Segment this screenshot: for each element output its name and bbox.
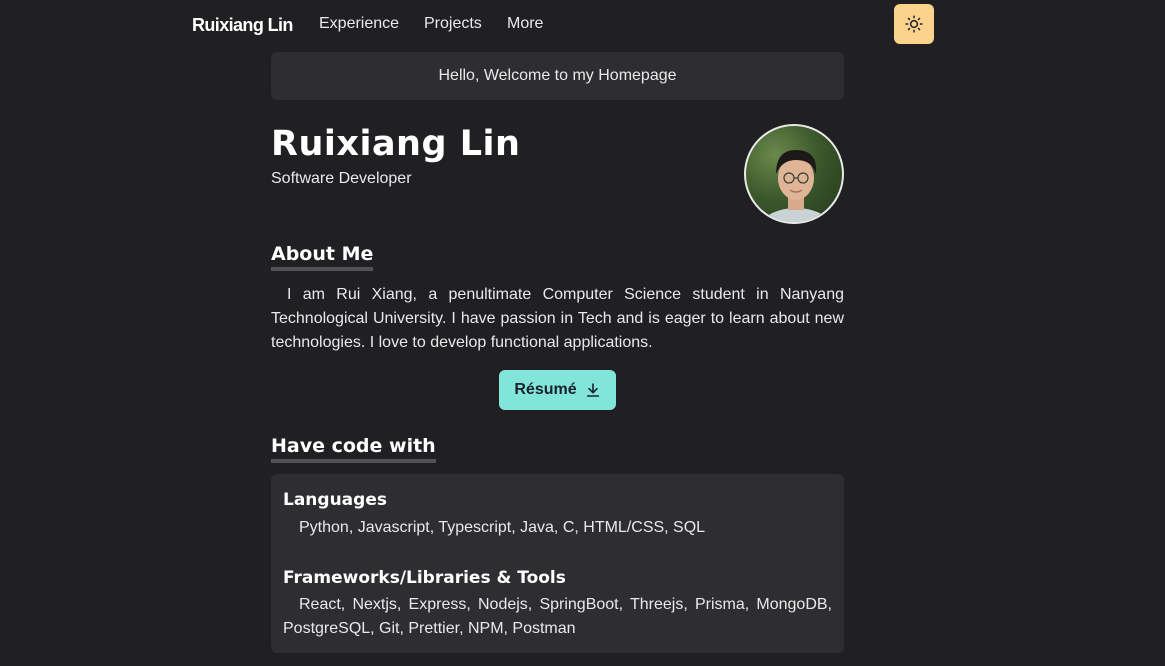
avatar-portrait <box>760 150 832 222</box>
sun-icon <box>905 15 923 33</box>
nav-link-experience[interactable]: Experience <box>319 15 399 33</box>
resume-label: Résumé <box>514 381 577 398</box>
theme-toggle-button[interactable] <box>894 4 934 44</box>
skills-group-title: Frameworks/Libraries & Tools <box>283 568 566 588</box>
navbar: Ruixiang Lin Experience Projects More <box>0 0 1165 48</box>
skills-heading: Have code with <box>271 435 436 463</box>
nav-link-projects[interactable]: Projects <box>424 15 482 33</box>
welcome-banner: Hello, Welcome to my Homepage <box>271 52 844 100</box>
skills-group-title: Languages <box>283 490 387 510</box>
profile-name: Ruixiang Lin <box>271 124 521 164</box>
about-text: I am Rui Xiang, a penultimate Computer S… <box>271 286 844 351</box>
brand-logo[interactable]: Ruixiang Lin <box>192 15 293 36</box>
skills-card: Languages Python, Javascript, Typescript… <box>271 474 844 653</box>
skills-group-items: React, Nextjs, Express, Nodejs, SpringBo… <box>283 596 832 637</box>
profile-role: Software Developer <box>271 170 412 187</box>
resume-download-button[interactable]: Résumé <box>499 370 616 410</box>
download-icon <box>586 383 599 397</box>
skills-group-items: Python, Javascript, Typescript, Java, C,… <box>299 519 706 536</box>
avatar <box>744 124 844 224</box>
about-heading: About Me <box>271 243 374 271</box>
nav-link-more[interactable]: More <box>507 15 543 33</box>
